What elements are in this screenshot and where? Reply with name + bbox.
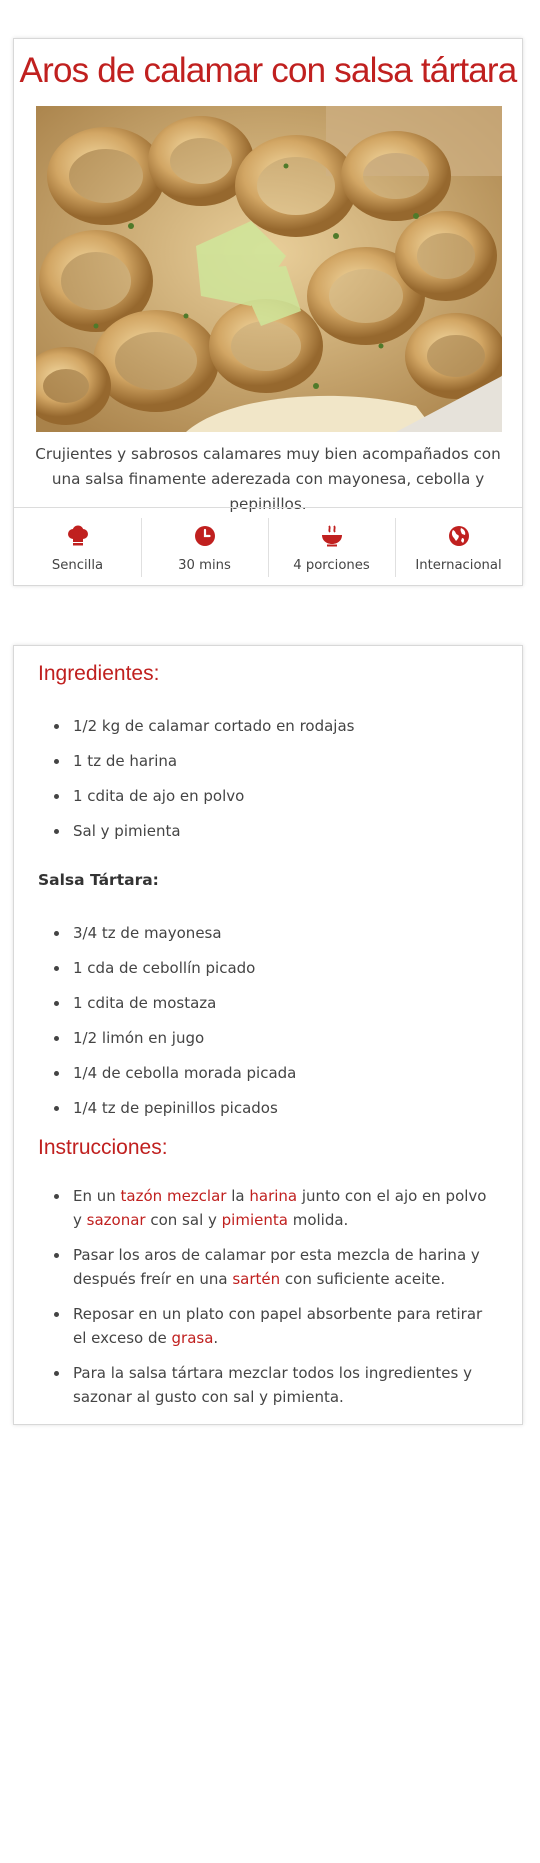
meta-label: Internacional [415, 558, 502, 573]
step-text: En un [73, 1187, 121, 1205]
list-item: 1/4 de cebolla morada picada [14, 1063, 522, 1098]
bowl-icon [321, 525, 342, 547]
list-item: 1 tz de harina [14, 751, 522, 786]
ingredients-list: 1/2 kg de calamar cortado en rodajas 1 t… [14, 716, 522, 856]
list-item: 1 cda de cebollín picado [14, 958, 522, 993]
calamari-image [36, 106, 502, 432]
recipe-description: Crujientes y sabrosos calamares muy bien… [35, 445, 501, 513]
step-text: la [226, 1187, 250, 1205]
step-text: Para la salsa tártara mezclar todos los … [73, 1364, 472, 1406]
list-item: 1/2 kg de calamar cortado en rodajas [14, 716, 522, 751]
instruction-step: Reposar en un plato con papel absorbente… [14, 1302, 522, 1350]
term-link[interactable]: grasa [172, 1329, 214, 1347]
list-item: Sal y pimienta [14, 821, 522, 856]
instructions-list: En un tazón mezclar la harina junto con … [14, 1184, 522, 1409]
step-text: con sal y [145, 1211, 222, 1229]
step-text: molida. [287, 1211, 349, 1229]
recipe-photo [36, 106, 502, 432]
list-item: 1 cdita de mostaza [14, 993, 522, 1028]
instruction-step: Pasar los aros de calamar por esta mezcl… [14, 1243, 522, 1291]
step-text: . [213, 1329, 219, 1347]
list-item: 1/4 tz de pepinillos picados [14, 1098, 522, 1133]
meta-difficulty: Sencilla [14, 508, 141, 587]
sauce-title: Salsa Tártara: [38, 871, 159, 889]
globe-icon [448, 526, 469, 546]
meta-label: Sencilla [51, 558, 104, 573]
term-link[interactable]: harina [249, 1187, 297, 1205]
term-link[interactable]: tazón [121, 1187, 163, 1205]
chef-hat-icon [67, 525, 88, 546]
step-text: con suficiente aceite. [280, 1270, 446, 1288]
list-item: 1/2 limón en jugo [14, 1028, 522, 1063]
term-link[interactable]: sazonar [87, 1211, 146, 1229]
recipe-card: Aros de calamar con salsa tártara Crujie… [13, 38, 523, 586]
meta-time: 30 mins [141, 508, 268, 587]
meta-servings: 4 porciones [268, 508, 395, 587]
instructions-title: Instrucciones: [38, 1136, 168, 1159]
recipe-meta-bar: Sencilla 30 mins 4 porciones Internacion… [14, 507, 522, 587]
list-item: 3/4 tz de mayonesa [14, 923, 522, 958]
ingredients-title: Ingredientes: [38, 662, 160, 685]
clock-icon [194, 526, 215, 546]
instruction-step: En un tazón mezclar la harina junto con … [14, 1184, 522, 1232]
term-link[interactable]: sartén [232, 1270, 280, 1288]
meta-label: 30 mins [178, 558, 231, 573]
recipe-details-card: Ingredientes: 1/2 kg de calamar cortado … [13, 645, 523, 1425]
term-link[interactable]: mezclar [167, 1187, 227, 1205]
sauce-ingredients-list: 3/4 tz de mayonesa 1 cda de cebollín pic… [14, 923, 522, 1133]
list-item: 1 cdita de ajo en polvo [14, 786, 522, 821]
instruction-step: Para la salsa tártara mezclar todos los … [14, 1361, 522, 1409]
recipe-title: Aros de calamar con salsa tártara [19, 51, 518, 90]
meta-label: 4 porciones [293, 558, 370, 573]
step-text: Reposar en un plato con papel absorbente… [73, 1305, 483, 1347]
meta-cuisine: Internacional [395, 508, 522, 587]
term-link[interactable]: pimienta [222, 1211, 288, 1229]
